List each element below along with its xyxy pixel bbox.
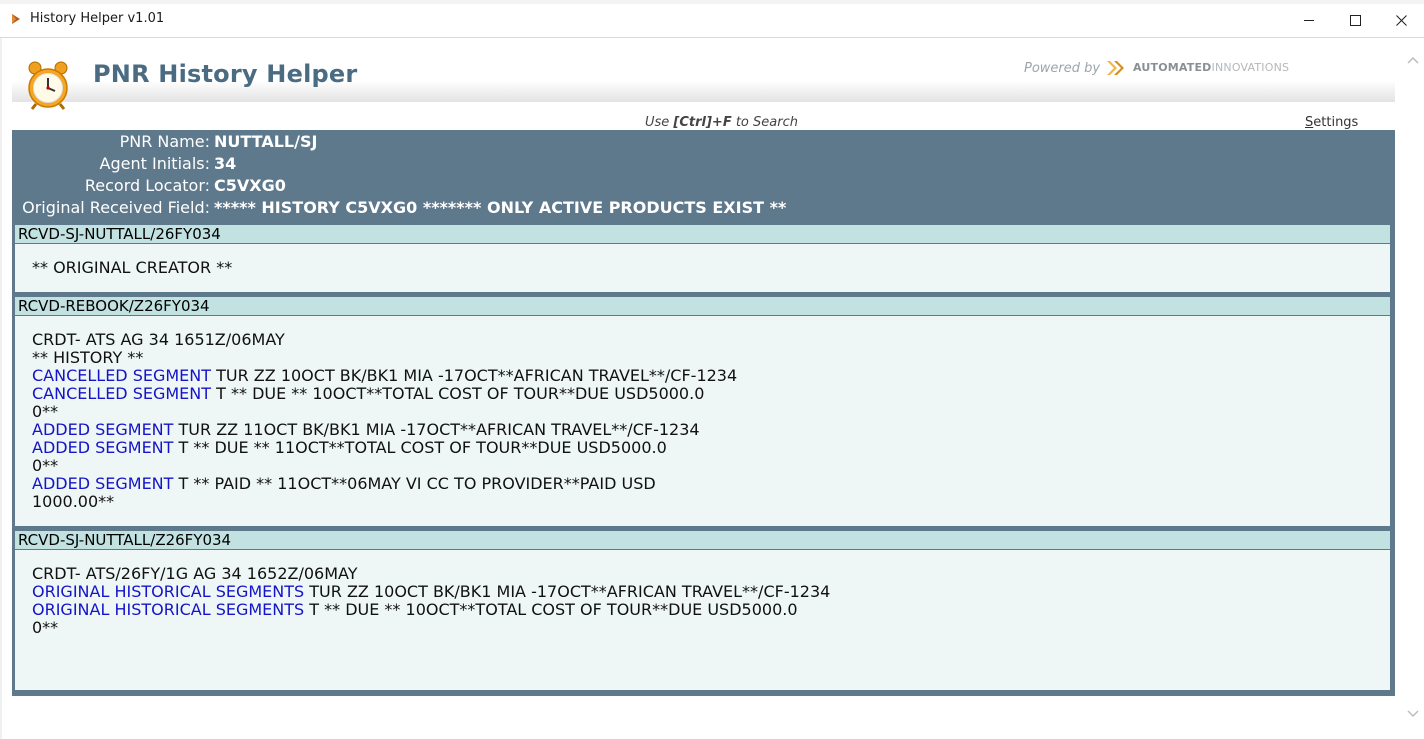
history-line-text: CRDT- ATS AG 34 1651Z/06MAY bbox=[32, 330, 285, 349]
history-line-text: TUR ZZ 10OCT BK/BK1 MIA -17OCT**AFRICAN … bbox=[304, 582, 831, 601]
record-locator-label: Record Locator: bbox=[84, 176, 210, 195]
maximize-button[interactable] bbox=[1332, 4, 1378, 36]
history-line: CANCELLED SEGMENT T ** DUE ** 10OCT**TOT… bbox=[32, 385, 1390, 403]
segment-keyword: CANCELLED SEGMENT bbox=[32, 366, 212, 385]
record-locator-value: C5VXG0 bbox=[214, 176, 286, 195]
vertical-scrollbar[interactable] bbox=[1404, 38, 1424, 739]
pnr-history-panel: PNR Name: NUTTALL/SJ Agent Initials: 34 … bbox=[12, 130, 1395, 696]
agent-initials-value: 34 bbox=[214, 154, 237, 173]
settings-link[interactable]: Settings bbox=[1305, 115, 1358, 130]
history-line: 1000.00** bbox=[32, 493, 1390, 511]
history-line: ADDED SEGMENT T ** DUE ** 11OCT**TOTAL C… bbox=[32, 439, 1390, 457]
history-line: CRDT- ATS/26FY/1G AG 34 1652Z/06MAY bbox=[32, 565, 1390, 583]
brand-light-text: INNOVATIONS bbox=[1211, 61, 1290, 74]
brand-bold-text: AUTOMATED bbox=[1133, 61, 1212, 74]
window-title: History Helper v1.01 bbox=[30, 11, 165, 26]
titlebar-top-strip bbox=[0, 0, 1424, 4]
maximize-icon bbox=[1349, 14, 1361, 26]
pnr-name-label: PNR Name: bbox=[119, 132, 210, 151]
history-section-header: RCVD-REBOOK/Z26FY034 bbox=[15, 297, 1390, 315]
segment-keyword: ADDED SEGMENT bbox=[32, 474, 174, 493]
app-icon bbox=[12, 14, 20, 24]
history-line-text: ** HISTORY ** bbox=[32, 348, 144, 367]
agent-initials-row: Agent Initials: 34 bbox=[12, 154, 1395, 176]
segment-keyword: ORIGINAL HISTORICAL SEGMENTS bbox=[32, 600, 305, 619]
pnr-name-value: NUTTALL/SJ bbox=[214, 132, 318, 151]
history-line-text: 0** bbox=[32, 456, 59, 475]
search-hint: Use [Ctrl]+F to Search bbox=[645, 115, 798, 130]
history-line: ORIGINAL HISTORICAL SEGMENTS T ** DUE **… bbox=[32, 601, 1390, 619]
history-line: ** HISTORY ** bbox=[32, 349, 1390, 367]
scroll-down-icon[interactable] bbox=[1407, 710, 1419, 718]
close-icon bbox=[1395, 14, 1407, 26]
search-hint-prefix: Use bbox=[645, 115, 674, 130]
history-line-text: 1000.00** bbox=[32, 492, 115, 511]
minimize-button[interactable] bbox=[1286, 4, 1332, 36]
history-section-header: RCVD-SJ-NUTTALL/Z26FY034 bbox=[15, 531, 1390, 549]
history-line: CRDT- ATS AG 34 1651Z/06MAY bbox=[32, 331, 1390, 349]
scroll-up-icon[interactable] bbox=[1407, 56, 1419, 64]
history-section-body: CRDT- ATS/26FY/1G AG 34 1652Z/06MAY ORIG… bbox=[15, 550, 1390, 690]
history-line-text: CRDT- ATS/26FY/1G AG 34 1652Z/06MAY bbox=[32, 564, 358, 583]
history-line-text: TUR ZZ 11OCT BK/BK1 MIA -17OCT**AFRICAN … bbox=[173, 420, 700, 439]
history-line: ** ORIGINAL CREATOR ** bbox=[32, 259, 1390, 277]
history-line-text: 0** bbox=[32, 402, 59, 421]
double-chevron-logo-icon bbox=[1107, 61, 1124, 75]
history-line-text: 0** bbox=[32, 618, 59, 637]
history-line-text: T ** DUE ** 10OCT**TOTAL COST OF TOUR**D… bbox=[304, 600, 798, 619]
history-line: ORIGINAL HISTORICAL SEGMENTS TUR ZZ 10OC… bbox=[32, 583, 1390, 601]
history-section-header: RCVD-SJ-NUTTALL/26FY034 bbox=[15, 225, 1390, 243]
search-hint-key: [Ctrl]+F bbox=[673, 115, 732, 130]
history-line-text: ** ORIGINAL CREATOR ** bbox=[32, 258, 233, 277]
search-hint-suffix: to Search bbox=[731, 115, 798, 130]
history-line-text: T ** PAID ** 11OCT**06MAY VI CC TO PROVI… bbox=[173, 474, 656, 493]
history-line: 0** bbox=[32, 403, 1390, 421]
powered-by-label: Powered by bbox=[1024, 61, 1101, 76]
client-area: PNR History Helper Powered by AUTOMATEDI… bbox=[0, 38, 1424, 739]
received-field-label: Original Received Field: bbox=[22, 198, 210, 217]
close-button[interactable] bbox=[1378, 4, 1424, 36]
left-border bbox=[0, 38, 2, 739]
segment-keyword: ORIGINAL HISTORICAL SEGMENTS bbox=[32, 582, 305, 601]
history-line-text: T ** DUE ** 11OCT**TOTAL COST OF TOUR**D… bbox=[173, 438, 667, 457]
segment-keyword: CANCELLED SEGMENT bbox=[32, 384, 212, 403]
segment-keyword: ADDED SEGMENT bbox=[32, 438, 174, 457]
history-line: ADDED SEGMENT T ** PAID ** 11OCT**06MAY … bbox=[32, 475, 1390, 493]
app-title: PNR History Helper bbox=[93, 60, 358, 88]
history-line-text: T ** DUE ** 10OCT**TOTAL COST OF TOUR**D… bbox=[211, 384, 705, 403]
alarm-clock-icon bbox=[28, 61, 68, 110]
brand-logo-text: AUTOMATEDINNOVATIONS bbox=[1133, 61, 1289, 74]
history-section-body: CRDT- ATS AG 34 1651Z/06MAY ** HISTORY *… bbox=[15, 316, 1390, 526]
header-banner: PNR History Helper Powered by AUTOMATEDI… bbox=[12, 46, 1395, 130]
minimize-icon bbox=[1304, 20, 1314, 21]
history-line: 0** bbox=[32, 619, 1390, 637]
record-locator-row: Record Locator: C5VXG0 bbox=[12, 176, 1395, 198]
settings-label-rest: ettings bbox=[1313, 115, 1359, 130]
pnr-name-row: PNR Name: NUTTALL/SJ bbox=[12, 132, 1395, 154]
history-line: 0** bbox=[32, 457, 1390, 475]
received-field-value: ***** HISTORY C5VXG0 ******* ONLY ACTIVE… bbox=[214, 198, 787, 217]
history-line: CANCELLED SEGMENT TUR ZZ 10OCT BK/BK1 MI… bbox=[32, 367, 1390, 385]
agent-initials-label: Agent Initials: bbox=[99, 154, 210, 173]
received-field-row: Original Received Field: ***** HISTORY C… bbox=[12, 198, 1395, 220]
history-line-text: TUR ZZ 10OCT BK/BK1 MIA -17OCT**AFRICAN … bbox=[211, 366, 738, 385]
history-section-body: ** ORIGINAL CREATOR ** bbox=[15, 244, 1390, 292]
history-line: ADDED SEGMENT TUR ZZ 11OCT BK/BK1 MIA -1… bbox=[32, 421, 1390, 439]
segment-keyword: ADDED SEGMENT bbox=[32, 420, 174, 439]
window-titlebar: History Helper v1.01 bbox=[0, 0, 1424, 38]
